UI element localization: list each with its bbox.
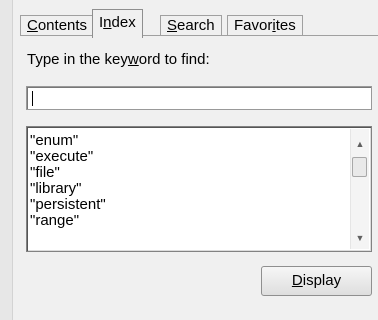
tab-favorites[interactable]: Favorites — [227, 15, 303, 35]
list-item[interactable]: "range" — [30, 213, 106, 229]
vertical-scrollbar[interactable]: ▲ ▼ — [350, 129, 369, 249]
list-item[interactable]: "file" — [30, 165, 106, 181]
tab-strip: Contents Index Search Favorites — [20, 6, 378, 38]
keyword-prompt-label: Type in the keyword to find: — [27, 51, 210, 68]
tab-divider — [20, 35, 378, 36]
list-item[interactable]: "enum" — [30, 133, 106, 149]
tab-index[interactable]: Index — [92, 9, 143, 38]
text-caret — [32, 91, 33, 106]
list-item[interactable]: "library" — [30, 181, 106, 197]
tab-search[interactable]: Search — [160, 15, 222, 35]
scrollbar-thumb[interactable] — [352, 157, 367, 177]
list-items: "enum" "execute" "file" "library" "persi… — [30, 133, 106, 229]
list-item[interactable]: "execute" — [30, 149, 106, 165]
index-keyword-list[interactable]: "enum" "execute" "file" "library" "persi… — [26, 126, 372, 252]
keyword-input[interactable] — [26, 86, 372, 110]
scroll-up-icon[interactable]: ▲ — [351, 135, 369, 153]
tab-contents[interactable]: Contents — [20, 15, 95, 35]
display-button[interactable]: Display — [261, 266, 372, 296]
left-pane-edge — [0, 0, 13, 320]
scroll-down-icon[interactable]: ▼ — [351, 229, 369, 247]
list-item[interactable]: "persistent" — [30, 197, 106, 213]
